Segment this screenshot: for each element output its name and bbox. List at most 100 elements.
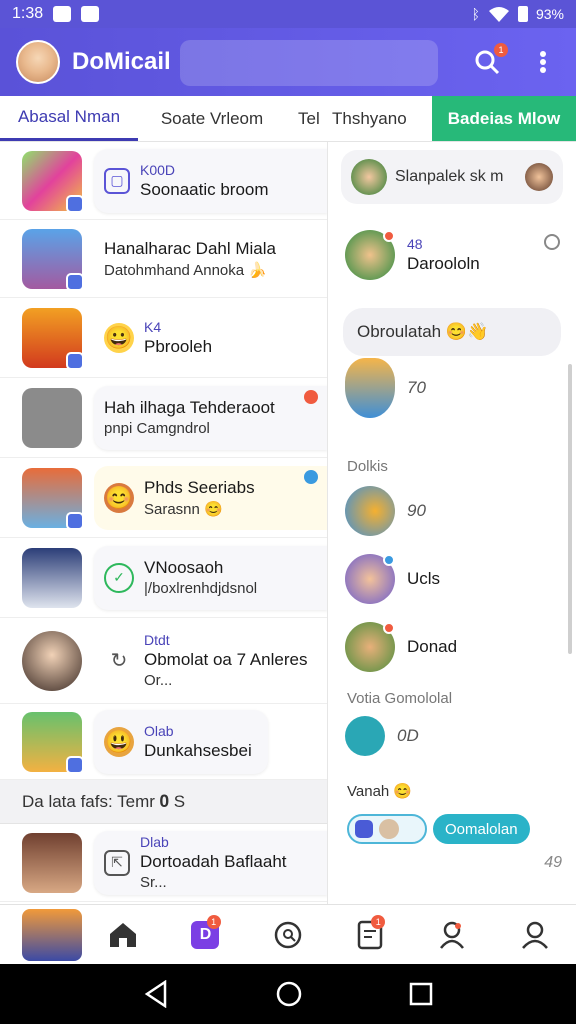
item-thumbnail [22,387,82,448]
item-tag: Dlab [140,834,169,850]
sms-icon [53,6,72,22]
avatar [345,230,395,280]
avatar [525,163,553,191]
list-item[interactable]: Hah ilhaga Tehderaoot pnpi Camgndrol [0,378,327,458]
contact-item[interactable]: Donad [345,622,457,672]
status-badge [304,470,318,484]
contact-count: 48 [407,236,423,252]
scrollbar[interactable] [568,364,572,654]
info-icon[interactable] [544,234,560,250]
item-card: ↻ Dtdt Obmolat oa 7 Anleres Or... [94,629,327,693]
item-card: ✓ VNoosaoh |/boxlrenhdjdsnol [94,545,327,610]
more-button[interactable] [526,45,560,79]
leaf-sticker-icon [345,716,385,756]
item-subtitle: Datohmhand Annoka 🍌 [104,261,267,279]
section-label: Vanah 😊 [347,783,413,800]
item-tag: K00D [140,161,176,178]
featured-thumbnail[interactable] [22,908,82,961]
nav-chat-search[interactable] [247,905,329,965]
chat-bubble: Obroulatah 😊👋 [343,308,561,356]
section-header: Da lata fafs: Temr 𝟎 S [0,780,327,824]
primary-pill-button[interactable]: Oomalolan [433,814,530,844]
item-card: ▢ K00D Soonaatic broom [94,148,327,213]
item-card: Hanalharac Dahl Miala Datohmhand Annoka … [94,227,327,291]
list-item[interactable]: ⇱ Dlab Dortoadah Baflaaht Sr... [0,824,327,902]
contact-item[interactable]: Ucls [345,554,440,604]
conversation-list: ▢ K00D Soonaatic broom Hanalharac Dahl M… [0,142,328,904]
sticker-value: 0D [397,726,419,745]
item-title: Hanalharac Dahl Miala [104,238,276,258]
avatar [379,819,399,839]
home-circle-icon[interactable] [275,980,303,1008]
list-item[interactable]: 😊 Phds Seeriabs Sarasnn 😊 [0,458,327,538]
sticker-item[interactable]: 0D [345,716,419,756]
search-field[interactable] [180,40,438,86]
unread-dot [383,622,395,634]
app-avatar[interactable] [16,40,60,84]
calendar-icon: ▢ [104,167,130,194]
unread-dot [383,230,395,242]
sticker-item[interactable]: 70 [345,358,426,418]
tab-badeias-mlow[interactable]: Badeias Mlow [432,96,576,141]
nav-profile[interactable] [494,905,576,965]
nav-location[interactable] [411,905,493,965]
list-item[interactable]: ✓ VNoosaoh |/boxlrenhdjdsnol [0,538,327,618]
sticker-value: 70 [407,378,426,397]
item-title: Pbrooleh [144,336,213,356]
app-badge-icon [66,755,84,774]
tab-soate-vrleom[interactable]: Soate Vrleom [138,96,286,141]
tab-tel[interactable]: Tel [286,96,328,141]
item-thumbnail [22,547,82,608]
contact-search[interactable]: Slanpalek sk m [341,150,563,204]
notification-icon [81,6,100,22]
item-tag: Olab [144,722,174,739]
avatar [345,622,395,672]
list-item[interactable]: 😀 K4 Pbrooleh [0,298,327,378]
avatar [345,554,395,604]
more-vert-icon [540,51,546,73]
item-subtitle: Or... [144,672,173,689]
check-circle-icon: ✓ [104,562,134,593]
share-icon: ⇱ [104,849,130,876]
nav-documents[interactable]: 1 [329,905,411,965]
item-thumbnail [22,467,84,530]
list-item[interactable]: ↻ Dtdt Obmolat oa 7 Anleres Or... [0,618,327,704]
item-thumbnail [22,630,82,691]
recents-icon[interactable] [409,982,433,1006]
sticker-item[interactable]: 90 [345,486,426,536]
item-title: Soonaatic broom [140,179,269,199]
media-pill[interactable] [347,814,427,844]
item-tag: Dtdt [144,632,170,648]
item-card: ⇱ Dlab Dortoadah Baflaaht Sr... [94,830,327,895]
unread-badge [304,390,318,404]
app-badge-icon [66,272,84,291]
list-item[interactable]: Hanalharac Dahl Miala Datohmhand Annoka … [0,220,327,298]
item-card: 😊 Phds Seeriabs Sarasnn 😊 [94,465,327,530]
item-title: Phds Seeriabs [144,477,255,497]
nav-home[interactable] [82,905,164,965]
bird-sticker-icon [345,358,395,418]
list-item[interactable]: 😃 Olab Dunkahsesbei [0,704,327,780]
nav-d-app[interactable]: D 1 [164,905,246,965]
back-icon[interactable] [143,980,169,1008]
tab-abasal-nman[interactable]: Abasal Nman [0,96,138,141]
face-emoji-icon: 😃 [104,726,134,757]
item-tag: K4 [144,318,162,335]
item-card: 😀 K4 Pbrooleh [94,306,327,370]
tab-thshyano[interactable]: Thshyano [328,96,432,141]
right-panel: Slanpalek sk m 48 Daroololn Obroulatah 😊… [329,142,576,904]
search-button[interactable]: 1 [470,43,508,79]
contact-item[interactable]: 48 Daroololn [345,230,480,280]
item-card: Hah ilhaga Tehderaoot pnpi Camgndrol [94,385,327,450]
item-subtitle: Sarasnn 😊 [144,500,223,518]
battery-level: 93% [535,6,564,22]
app-badge-icon [66,511,84,530]
system-nav-bar [0,964,576,1024]
list-item[interactable]: ▢ K00D Soonaatic broom [0,142,327,220]
contact-name: Donad [407,637,458,656]
app-badge-icon [66,194,84,213]
item-subtitle: pnpi Camgndrol [104,420,210,437]
apps-icon [355,820,373,838]
item-card: 😃 Olab Dunkahsesbei [94,709,268,774]
contact-search-label: Slanpalek sk m [395,168,504,185]
